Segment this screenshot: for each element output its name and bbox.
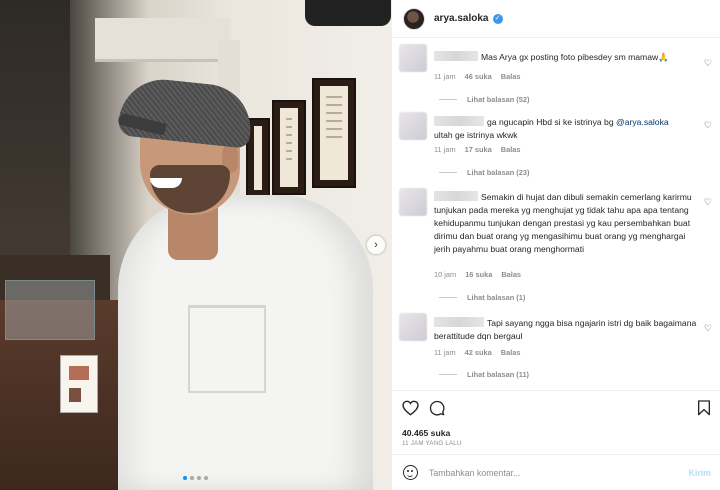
bookmark-icon[interactable]	[697, 400, 711, 416]
carousel-indicator	[183, 476, 208, 480]
comment-like-heart-icon[interactable]: ♡	[704, 120, 712, 131]
carousel-dot	[190, 476, 194, 480]
view-replies-button[interactable]: Lihat balasan (52)	[439, 95, 529, 104]
comment-like-count[interactable]: 46 suka	[465, 72, 492, 81]
chevron-right-icon: ›	[374, 239, 378, 251]
carousel-dot	[197, 476, 201, 480]
comment-bubble-icon[interactable]	[429, 400, 445, 416]
comment-like-count[interactable]: 17 suka	[465, 145, 492, 154]
post-like-count[interactable]: 40.465 suka	[402, 428, 450, 438]
comment-content: ga ngucapin Hbd si ke istrinya bg	[487, 117, 616, 127]
comment-like-count[interactable]: 16 suka	[465, 270, 492, 279]
photo-shirt-pocket	[188, 305, 266, 393]
carousel-dot	[183, 476, 187, 480]
comment-list[interactable]: Mas Arya gx posting foto pibesdey sm mam…	[392, 38, 720, 390]
comment-text: Semakin di hujat dan dibuli semakin ceme…	[434, 191, 702, 256]
comment-reply-button[interactable]: Balas	[501, 270, 521, 279]
view-replies-button[interactable]: Lihat balasan (1)	[439, 293, 525, 302]
comment-input[interactable]	[429, 467, 659, 478]
comment-like-heart-icon[interactable]: ♡	[704, 58, 712, 69]
comment-time: 11 jam	[434, 72, 456, 81]
comment-reply-button[interactable]: Balas	[501, 145, 521, 154]
comment-composer: Kirim	[392, 454, 720, 490]
comment-like-heart-icon[interactable]: ♡	[704, 323, 712, 334]
comment-text: Mas Arya gx posting foto pibesdey sm mam…	[434, 51, 702, 64]
photo-menu-card	[60, 355, 98, 413]
comment-time: 10 jam	[434, 270, 457, 279]
photo-wall-frame	[272, 100, 306, 195]
commenter-username-redacted[interactable]	[434, 51, 478, 61]
photo-fan	[305, 0, 391, 26]
comment-reply-button[interactable]: Balas	[501, 72, 521, 81]
comment-reply-button[interactable]: Balas	[501, 348, 521, 357]
photo-wall-frame	[312, 78, 356, 188]
post-actions: 40.465 suka 11 JAM YANG LALU	[392, 390, 720, 450]
comment-meta: 11 jam 17 suka Balas	[434, 145, 521, 154]
send-comment-button[interactable]: Kirim	[689, 468, 712, 478]
comment-text: ga ngucapin Hbd si ke istrinya bg @arya.…	[434, 116, 702, 142]
comment-meta: 11 jam 42 suka Balas	[434, 348, 521, 357]
author-username[interactable]: arya.saloka	[434, 13, 489, 24]
comment-text: Tapi sayang ngga bisa ngajarin istri dg …	[434, 317, 702, 343]
commenter-username-redacted[interactable]	[434, 116, 484, 126]
photo-ceiling-beam	[95, 18, 230, 62]
comment-item: ga ngucapin Hbd si ke istrinya bg @arya.…	[392, 112, 720, 184]
comment-like-heart-icon[interactable]: ♡	[704, 197, 712, 208]
comment-mention-link[interactable]: @arya.saloka	[616, 117, 669, 127]
carousel-dot	[204, 476, 208, 480]
commenter-avatar[interactable]	[399, 112, 427, 140]
comment-item: Semakin di hujat dan dibuli semakin ceme…	[392, 188, 720, 308]
commenter-username-redacted[interactable]	[434, 317, 484, 327]
comment-content: Semakin di hujat dan dibuli semakin ceme…	[434, 192, 692, 254]
comment-time: 11 jam	[434, 145, 456, 154]
comment-like-count[interactable]: 42 suka	[465, 348, 492, 357]
commenter-username-redacted[interactable]	[434, 191, 478, 201]
emoji-smiley-icon[interactable]	[403, 465, 418, 480]
comment-meta: 11 jam 46 suka Balas	[434, 72, 521, 81]
view-replies-button[interactable]: Lihat balasan (11)	[439, 370, 529, 379]
commenter-avatar[interactable]	[399, 44, 427, 72]
comment-time: 11 jam	[434, 348, 456, 357]
like-heart-icon[interactable]	[402, 400, 419, 416]
comment-content-continued: ultah ge istrinya wkwk	[434, 130, 518, 140]
comment-content: Mas Arya gx posting foto pibesdey sm mam…	[481, 52, 669, 62]
comment-meta: 10 jam 16 suka Balas	[434, 270, 521, 279]
comment-item: Tapi sayang ngga bisa ngajarin istri dg …	[392, 312, 720, 384]
carousel-next-button[interactable]: ›	[367, 236, 385, 254]
comment-item: Mas Arya gx posting foto pibesdey sm mam…	[392, 44, 720, 110]
commenter-avatar[interactable]	[399, 188, 427, 216]
view-replies-button[interactable]: Lihat balasan (23)	[439, 168, 529, 177]
photo-display-case	[5, 280, 95, 340]
verified-badge-icon: ✓	[492, 13, 503, 24]
post-side-panel: arya.saloka ✓ Mas Arya gx posting foto p…	[391, 0, 720, 490]
photo-person-smile	[150, 178, 182, 188]
post-timestamp[interactable]: 11 JAM YANG LALU	[402, 440, 462, 447]
post-photo[interactable]: ›	[0, 0, 391, 490]
commenter-avatar[interactable]	[399, 313, 427, 341]
post-header: arya.saloka ✓	[392, 0, 720, 38]
author-avatar[interactable]	[403, 7, 425, 30]
